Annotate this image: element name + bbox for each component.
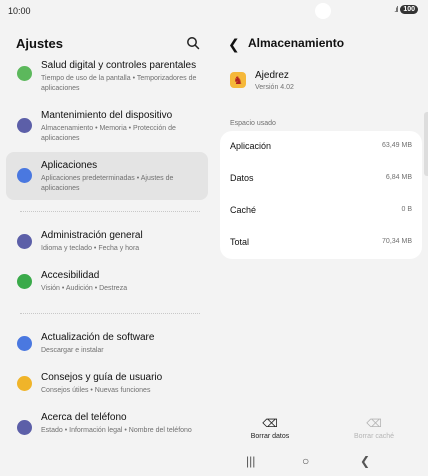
menu-item-title: Acerca del teléfono <box>41 412 127 423</box>
search-icon[interactable] <box>186 36 200 50</box>
sliders-icon <box>17 234 32 249</box>
menu-item-subtitle: Idioma y teclado • Fecha y hora <box>41 245 140 252</box>
menu-item-title: Consejos y guía de usuario <box>41 372 163 383</box>
storage-value: 70,34 MB <box>382 238 412 245</box>
storage-row-data: Datos 6,84 MB <box>230 163 412 195</box>
menu-item-apps[interactable]: Aplicaciones Aplicaciones predeterminada… <box>6 152 208 200</box>
menu-item-subtitle: Descargar e instalar <box>41 347 104 354</box>
bulb-icon <box>17 376 32 391</box>
menu-item-tips[interactable]: Consejos y guía de usuario Consejos útil… <box>6 364 208 402</box>
menu-item-software-update[interactable]: Actualización de software Descargar e in… <box>6 324 208 362</box>
menu-item-subtitle: Aplicaciones predeterminadas • Ajustes d… <box>41 175 174 192</box>
storage-row-total: Total 70,34 MB <box>230 227 412 259</box>
apps-icon <box>17 168 32 183</box>
storage-row-app: Aplicación 63,49 MB <box>230 131 412 163</box>
back-button-icon[interactable]: ❮ <box>360 454 370 468</box>
accessibility-icon <box>17 274 32 289</box>
menu-item-subtitle: Estado • Información legal • Nombre del … <box>41 427 192 434</box>
section-divider <box>20 211 200 212</box>
storage-row-cache: Caché 0 B <box>230 195 412 227</box>
menu-item-general-management[interactable]: Administración general Idioma y teclado … <box>6 222 208 260</box>
section-label: Espacio usado <box>230 120 276 127</box>
update-icon <box>17 336 32 351</box>
section-divider <box>20 313 200 314</box>
menu-item-title: Mantenimiento del dispositivo <box>41 110 173 121</box>
menu-item-subtitle: Visión • Audición • Destreza <box>41 285 128 292</box>
storage-detail-pane: ❮ Almacenamiento ♞ Ajedrez Versión 4.02 … <box>214 22 428 450</box>
back-arrow-icon[interactable]: ❮ <box>228 36 240 53</box>
navigation-bar: ||| ○ ❮ <box>214 450 428 476</box>
clear-data-label: Borrar datos <box>250 433 290 440</box>
eraser-icon: ⌫ <box>262 418 278 430</box>
menu-item-title: Accesibilidad <box>41 270 100 281</box>
status-icons: .ıl 100 <box>394 5 418 14</box>
home-button-icon[interactable]: ○ <box>302 454 309 468</box>
device-care-icon <box>17 118 32 133</box>
menu-item-device-care[interactable]: Mantenimiento del dispositivo Almacenami… <box>6 104 208 148</box>
storage-label: Aplicación <box>230 141 272 151</box>
storage-label: Total <box>230 237 250 247</box>
chess-app-icon: ♞ <box>230 72 246 88</box>
app-version: Versión 4.02 <box>255 84 294 91</box>
storage-value: 0 B <box>401 206 412 213</box>
menu-item-title: Administración general <box>41 230 143 241</box>
storage-usage-card: Aplicación 63,49 MB Datos 6,84 MB Caché … <box>220 131 422 259</box>
status-bar: 10:00 .ıl 100 <box>0 0 428 22</box>
menu-item-subtitle: Consejos útiles • Nuevas funciones <box>41 387 151 394</box>
status-time: 10:00 <box>8 6 31 16</box>
clear-cache-label: Borrar caché <box>353 433 395 440</box>
page-title: Ajustes <box>16 36 63 51</box>
camera-cutout <box>315 3 331 19</box>
menu-item-accessibility[interactable]: Accesibilidad Visión • Audición • Destre… <box>6 262 208 300</box>
signal-icon: .ıl <box>394 5 398 14</box>
menu-item-title: Actualización de software <box>41 332 155 343</box>
storage-value: 63,49 MB <box>382 142 412 149</box>
clear-data-button[interactable]: ⌫ Borrar datos <box>240 417 300 440</box>
storage-label: Caché <box>230 205 257 215</box>
storage-label: Datos <box>230 173 254 183</box>
menu-item-subtitle: Tiempo de uso de la pantalla • Temporiza… <box>41 75 197 92</box>
menu-item-title: Aplicaciones <box>41 160 98 171</box>
menu-item-title: Salud digital y controles parentales <box>41 60 197 71</box>
menu-item-digital-wellbeing[interactable]: Salud digital y controles parentales Tie… <box>6 56 208 96</box>
recents-button-icon[interactable]: ||| <box>246 454 255 468</box>
storage-value: 6,84 MB <box>385 174 412 181</box>
settings-list-pane: Ajustes Salud digital y controles parent… <box>0 22 214 450</box>
eraser-icon: ⌫ <box>366 418 382 430</box>
app-name: Ajedrez <box>255 70 289 81</box>
detail-title: Almacenamiento <box>248 36 345 50</box>
wellbeing-icon <box>17 66 32 81</box>
edge-panel-handle[interactable] <box>424 112 428 176</box>
menu-item-about-phone[interactable]: Acerca del teléfono Estado • Información… <box>6 406 208 448</box>
battery-badge: 100 <box>400 5 418 14</box>
info-icon <box>17 420 32 435</box>
clear-cache-button[interactable]: ⌫ Borrar caché <box>344 417 404 440</box>
menu-item-subtitle: Almacenamiento • Memoria • Protección de… <box>41 125 176 142</box>
